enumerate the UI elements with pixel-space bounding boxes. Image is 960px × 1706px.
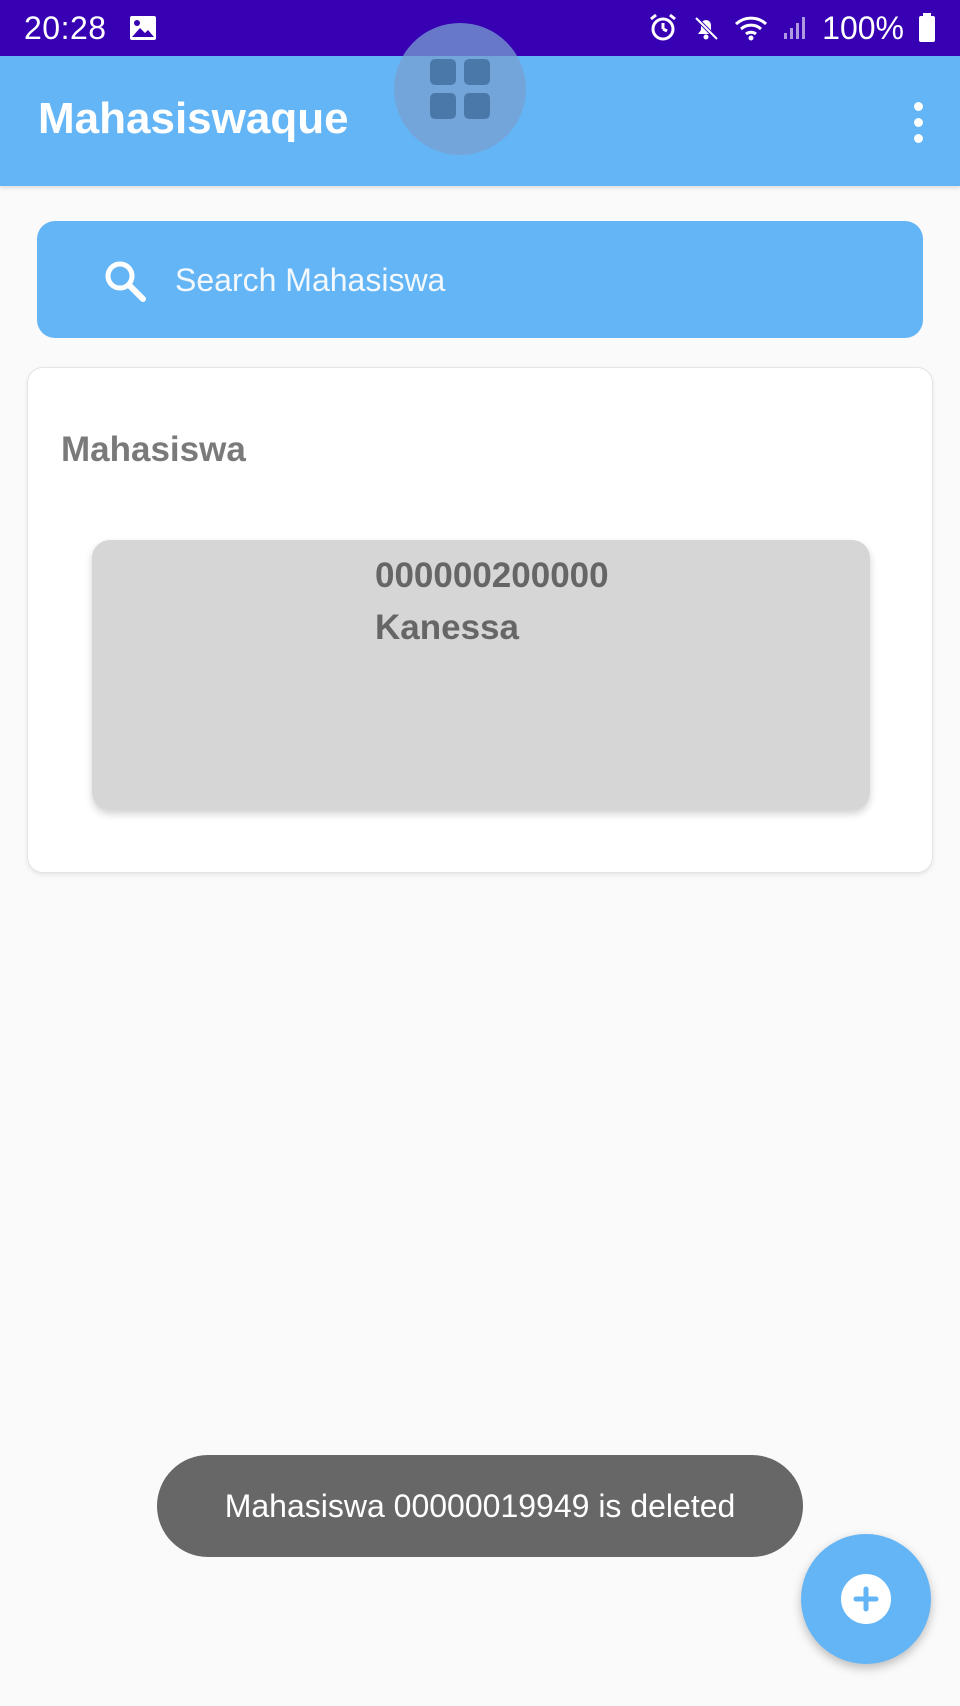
- search-icon: [101, 257, 149, 305]
- battery-icon: [918, 13, 936, 43]
- search-bar[interactable]: [37, 221, 923, 338]
- status-left: 20:28: [24, 10, 157, 47]
- student-list-item[interactable]: 000000200000 Kanessa: [92, 540, 870, 810]
- grid-icon: [430, 59, 490, 119]
- wifi-icon: [734, 14, 768, 42]
- mute-icon: [692, 14, 720, 42]
- add-student-fab[interactable]: [801, 1534, 931, 1664]
- search-input[interactable]: [175, 251, 875, 309]
- floating-grid-button[interactable]: [394, 23, 526, 155]
- student-name: Kanessa: [375, 608, 519, 647]
- signal-icon: [782, 15, 808, 41]
- section-title: Mahasiswa: [61, 430, 246, 469]
- alarm-icon: [648, 13, 678, 43]
- battery-percent: 100%: [822, 9, 904, 46]
- overflow-dot: [913, 101, 923, 111]
- overflow-dot: [913, 133, 923, 143]
- overflow-menu-icon[interactable]: [898, 96, 938, 148]
- app-title: Mahasiswaque: [38, 94, 349, 143]
- status-right: 100%: [648, 10, 936, 47]
- image-icon: [129, 15, 157, 41]
- student-list-card: Mahasiswa 000000200000 Kanessa: [27, 367, 933, 873]
- add-circle-icon: [841, 1574, 891, 1624]
- toast-message: Mahasiswa 00000019949 is deleted: [157, 1455, 803, 1557]
- overflow-dot: [913, 117, 923, 127]
- student-nim: 000000200000: [375, 556, 609, 595]
- status-time: 20:28: [24, 9, 107, 46]
